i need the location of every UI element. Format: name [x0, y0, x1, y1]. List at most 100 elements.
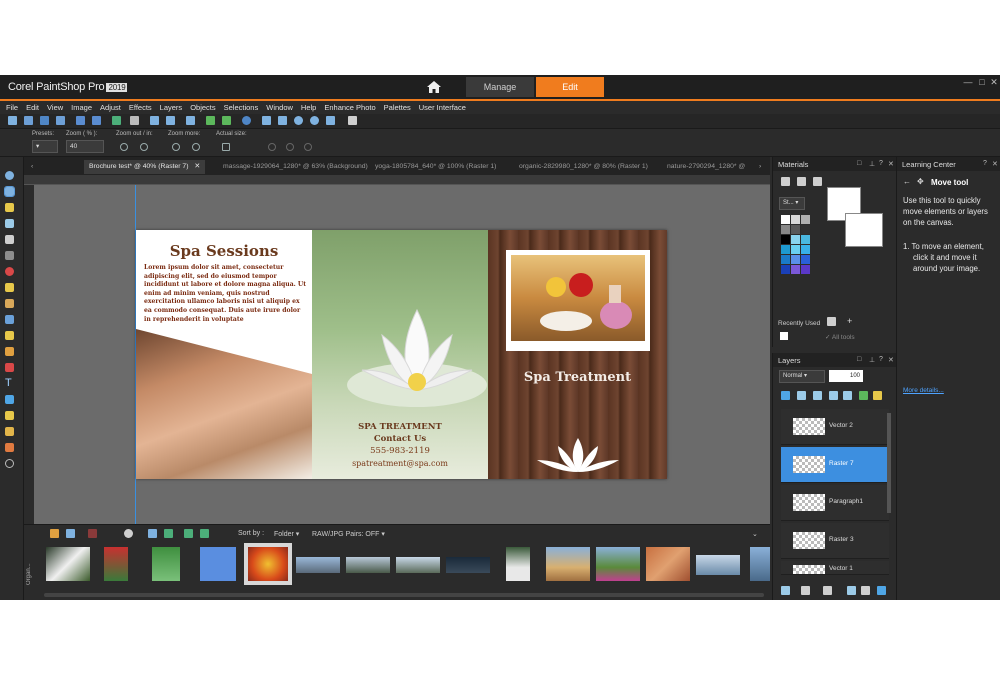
shape-tool-icon[interactable] — [5, 395, 14, 404]
color-swatch[interactable] — [781, 255, 790, 264]
all-tools-checkbox[interactable]: ✓ All tools — [825, 333, 855, 341]
thumbnail-4[interactable] — [200, 547, 236, 581]
organizer-view-icon[interactable] — [66, 529, 75, 538]
doc-tab-nature[interactable]: nature-2790294_1280* @ — [662, 160, 750, 174]
tab-manage[interactable]: Manage — [466, 77, 534, 97]
rotate-left-icon[interactable] — [206, 116, 215, 125]
close-tab-icon[interactable]: ✕ — [194, 163, 200, 170]
organizer-collapse-icon[interactable]: ⌄ — [752, 530, 758, 538]
blend-mode-dropdown[interactable]: Normal ▾ — [779, 370, 825, 383]
organizer-folder-icon[interactable] — [50, 529, 59, 538]
thumbnail-2[interactable] — [104, 547, 128, 581]
new-mask-icon[interactable] — [801, 586, 810, 595]
menu-effects[interactable]: Effects — [129, 103, 152, 112]
minimize-icon[interactable]: — — [962, 77, 974, 87]
thumbnail-11[interactable] — [546, 547, 590, 581]
fit-image-icon[interactable] — [278, 116, 287, 125]
workspace-icon[interactable] — [348, 116, 357, 125]
doc-tab-yoga[interactable]: yoga-1805784_640* @ 100% (Raster 1) — [370, 160, 501, 174]
text-tool-icon[interactable]: T — [5, 378, 14, 389]
organizer-rotate-right-icon[interactable] — [200, 529, 209, 538]
undo-icon[interactable] — [150, 116, 159, 125]
duplicate-layer-icon[interactable] — [847, 586, 856, 595]
layers-undock-icon[interactable]: □ — [857, 356, 861, 363]
menu-user-interface[interactable]: User Interface — [419, 103, 466, 112]
color-swatch[interactable] — [781, 245, 790, 254]
menu-help[interactable]: Help — [301, 103, 316, 112]
organizer-scrollbar[interactable] — [44, 593, 764, 597]
layer-vector-2[interactable]: Vector 2 — [781, 409, 889, 445]
layers-close-icon[interactable]: ✕ — [888, 356, 894, 364]
add-tool-icon[interactable] — [5, 459, 14, 468]
new-layer-icon[interactable] — [781, 586, 790, 595]
color-swatch[interactable] — [801, 255, 810, 264]
thumbnail-9[interactable] — [446, 557, 490, 573]
menu-adjust[interactable]: Adjust — [100, 103, 121, 112]
color-swatch[interactable] — [791, 245, 800, 254]
zoom-in-icon[interactable] — [140, 143, 148, 151]
swatch-mode-icon[interactable] — [797, 177, 806, 186]
thumbnail-10[interactable] — [506, 547, 530, 581]
zoom-tool-icon[interactable] — [5, 171, 14, 180]
zoom-in-icon[interactable] — [310, 116, 319, 125]
color-swatch[interactable] — [801, 235, 810, 244]
zoom-out-icon[interactable] — [294, 116, 303, 125]
menu-edit[interactable]: Edit — [26, 103, 39, 112]
share-icon[interactable] — [112, 116, 121, 125]
actual-size-icon[interactable] — [222, 143, 230, 151]
thumbnail-5-selected[interactable] — [244, 543, 292, 585]
save-as-icon[interactable] — [92, 116, 101, 125]
add-swatch-icon[interactable]: + — [847, 317, 856, 326]
layer-raster-3[interactable]: Raster 3 — [781, 523, 889, 559]
layer-raster-7[interactable]: Raster 7 — [781, 447, 889, 483]
back-arrow-icon[interactable]: ← — [903, 177, 911, 186]
tabs-scroll-left-icon[interactable]: ‹ — [26, 160, 38, 174]
materials-close-icon[interactable]: ✕ — [888, 160, 894, 168]
option-icon-b[interactable] — [286, 143, 294, 151]
zoom-more-in-icon[interactable] — [192, 143, 200, 151]
layer-group-icon[interactable] — [843, 391, 852, 400]
new-file-icon[interactable] — [8, 116, 17, 125]
organizer-person-icon[interactable] — [124, 529, 133, 538]
frame-mode-icon[interactable] — [781, 177, 790, 186]
gradient-tool-icon[interactable] — [5, 315, 14, 324]
menu-enhance-photo[interactable]: Enhance Photo — [324, 103, 375, 112]
delete-layer-icon[interactable] — [861, 586, 870, 595]
thumbnail-14[interactable] — [696, 555, 740, 575]
brochure-document[interactable]: Spa Sessions Lorem ipsum dolor sit amet,… — [136, 230, 667, 479]
recent-color-swatch[interactable] — [780, 332, 788, 340]
home-button[interactable] — [420, 77, 448, 97]
menu-selections[interactable]: Selections — [224, 103, 259, 112]
thumbnail-3[interactable] — [152, 547, 180, 581]
layer-lock-transparency-icon[interactable] — [873, 391, 882, 400]
lasso-tool-icon[interactable] — [5, 203, 14, 212]
layer-lock-icon[interactable] — [813, 391, 822, 400]
pen-tool-icon[interactable] — [5, 411, 14, 420]
thumbnail-13[interactable] — [646, 547, 690, 581]
zoom-more-out-icon[interactable] — [172, 143, 180, 151]
menu-palettes[interactable]: Palettes — [384, 103, 411, 112]
crop-tool-icon[interactable] — [5, 235, 14, 244]
move-tool-icon[interactable] — [4, 186, 15, 197]
menu-file[interactable]: File — [6, 103, 18, 112]
color-swatch[interactable] — [781, 225, 790, 234]
option-icon-a[interactable] — [268, 143, 276, 151]
layer-mask-icon[interactable] — [829, 391, 838, 400]
organizer-tag-icon[interactable] — [88, 529, 97, 538]
fit-window-icon[interactable] — [262, 116, 271, 125]
rainbow-mode-icon[interactable] — [813, 177, 822, 186]
eraser-tool-icon[interactable] — [5, 347, 14, 356]
open-icon[interactable] — [24, 116, 33, 125]
menu-image[interactable]: Image — [71, 103, 92, 112]
close-icon[interactable]: ✕ — [988, 77, 1000, 88]
layer-paragraph1[interactable]: Paragraph1 — [781, 485, 889, 521]
color-swatch[interactable] — [791, 225, 800, 234]
fill-tool-icon[interactable] — [5, 363, 14, 372]
materials-undock-icon[interactable]: □ — [857, 160, 861, 167]
color-swatch[interactable] — [801, 215, 810, 224]
straighten-tool-icon[interactable] — [5, 219, 14, 228]
color-swatch[interactable] — [791, 255, 800, 264]
zoom-input[interactable]: 40 — [66, 140, 104, 153]
info-icon[interactable] — [242, 116, 251, 125]
color-swatch[interactable] — [801, 225, 810, 234]
